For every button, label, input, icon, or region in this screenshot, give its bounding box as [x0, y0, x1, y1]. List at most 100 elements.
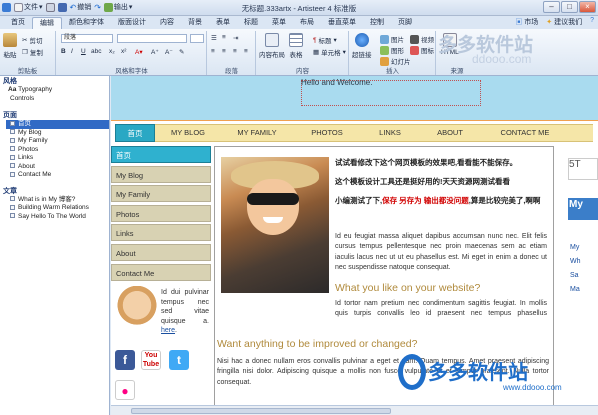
nav-my-blog[interactable]: MY BLOG — [155, 124, 221, 142]
page-item-about[interactable]: About — [0, 163, 109, 172]
shrink-font-button[interactable]: A⁻ — [165, 48, 173, 56]
bold-button[interactable]: B — [61, 48, 66, 55]
page-label: About — [18, 162, 35, 170]
grow-font-button[interactable]: A⁺ — [151, 48, 159, 56]
horizontal-scrollbar[interactable] — [111, 405, 598, 415]
page-item-photos[interactable]: Photos — [0, 146, 109, 155]
right-sidebar-header: My — [568, 198, 598, 220]
tab-layout-design[interactable]: 版面设计 — [111, 17, 153, 29]
nav-home[interactable]: 首页 — [115, 124, 155, 142]
subscript-button[interactable]: x₂ — [109, 48, 115, 55]
facebook-icon[interactable]: f — [115, 350, 135, 370]
globe-icon — [354, 33, 369, 47]
market-link[interactable]: ▣ 市场 — [515, 17, 538, 27]
font-color-button[interactable]: A▾ — [135, 48, 143, 56]
graphic-button[interactable]: 图形 — [380, 45, 404, 55]
right-box-text: 5T — [569, 159, 581, 170]
article-item[interactable]: Building Warm Relations — [0, 204, 109, 213]
vmenu-home[interactable]: 首页 — [111, 146, 211, 163]
article-item[interactable]: What is in My 博客? — [0, 196, 109, 205]
nav-contact-me[interactable]: CONTACT ME — [481, 124, 569, 142]
hyperlink-button[interactable]: 超链接 — [352, 33, 372, 59]
page-item-links[interactable]: Links — [0, 154, 109, 163]
close-button[interactable]: × — [579, 1, 596, 13]
right-link[interactable]: My — [570, 244, 581, 258]
tab-footer[interactable]: 页脚 — [391, 17, 419, 29]
watermark-top-url: ddooo.com — [472, 52, 532, 66]
page-item-contact-me[interactable]: Contact Me — [0, 171, 109, 180]
font-family-dropdown[interactable] — [117, 34, 187, 43]
nav-about[interactable]: ABOUT — [419, 124, 481, 142]
page-item-home[interactable]: 首页 — [6, 120, 109, 129]
content-paragraph-2: Id tortor nam pretium nec condimentum sa… — [335, 300, 547, 318]
clear-format-button[interactable]: ✎ — [179, 48, 184, 56]
minimize-button[interactable]: – — [543, 1, 560, 13]
cell-button[interactable]: ▦ 单元格 ▾ — [313, 47, 346, 57]
bullet-list-button[interactable]: ☰ — [211, 34, 217, 42]
help-icon[interactable]: ? — [590, 17, 594, 27]
maximize-button[interactable]: □ — [561, 1, 578, 13]
header-text[interactable]: Hello and Welcome. — [301, 78, 372, 87]
suggest-link[interactable]: ✦ 建议我们 — [546, 17, 582, 27]
superscript-button[interactable]: x² — [121, 48, 126, 55]
font-size-dropdown[interactable] — [190, 34, 204, 43]
tab-title[interactable]: 标题 — [237, 17, 265, 29]
tab-controls[interactable]: 控制 — [363, 17, 391, 29]
paste-button[interactable]: 粘贴 — [3, 33, 17, 59]
page-item-my-blog[interactable]: My Blog — [0, 129, 109, 138]
right-link[interactable]: Ma — [570, 286, 581, 300]
tab-content[interactable]: 内容 — [153, 17, 181, 29]
article-item[interactable]: Say Hello To The World — [0, 213, 109, 222]
style-item-typography[interactable]: Aa Typography — [0, 86, 109, 95]
cut-button[interactable]: ✂ 剪切 — [22, 35, 42, 45]
video-button[interactable]: 视频 — [410, 34, 434, 44]
bio-link[interactable]: here — [161, 327, 175, 334]
tab-background[interactable]: 背景 — [181, 17, 209, 29]
vmenu-links[interactable]: Links — [111, 224, 211, 242]
copy-button[interactable]: ❐ 复制 — [22, 47, 43, 57]
page-item-my-family[interactable]: My Family — [0, 137, 109, 146]
numbered-list-button[interactable]: ≡ — [222, 34, 226, 41]
tab-vertical-menu[interactable]: 垂直菜单 — [321, 17, 363, 29]
italic-button[interactable]: I — [71, 48, 73, 55]
youtube-icon[interactable]: You Tube — [141, 350, 161, 370]
article-photo[interactable] — [221, 157, 329, 293]
scrollbar-thumb[interactable] — [131, 408, 391, 414]
nav-photos[interactable]: PHOTOS — [293, 124, 361, 142]
tab-colors-fonts[interactable]: 颜色和字体 — [62, 17, 111, 29]
indent-button[interactable]: ⇥ — [233, 34, 238, 42]
paragraph-style-dropdown[interactable]: 段落 — [61, 34, 113, 43]
image-button[interactable]: 图片 — [380, 34, 404, 44]
nav-links[interactable]: LINKS — [361, 124, 419, 142]
table-button[interactable]: 表格 — [289, 33, 303, 59]
vmenu-photos[interactable]: Photos — [111, 204, 211, 222]
tab-edit[interactable]: 编辑 — [32, 17, 62, 29]
heading-button[interactable]: ¶ 标题 ▾ — [313, 35, 337, 46]
content-line-3-prefix: 小编测试了下, — [335, 196, 383, 205]
align-center-button[interactable]: ≡ — [222, 48, 226, 55]
justify-button[interactable]: ≡ — [244, 48, 248, 55]
nav-my-family[interactable]: MY FAMILY — [221, 124, 293, 142]
align-left-button[interactable]: ≡ — [211, 48, 215, 55]
tab-form[interactable]: 表单 — [209, 17, 237, 29]
tab-menu[interactable]: 菜单 — [265, 17, 293, 29]
underline-button[interactable]: U — [81, 48, 86, 55]
right-link[interactable]: Wh — [570, 258, 581, 272]
vmenu-my-family[interactable]: My Family — [111, 185, 211, 203]
vmenu-about[interactable]: About — [111, 243, 211, 261]
strikethrough-button[interactable]: abc — [91, 48, 101, 55]
tab-home[interactable]: 首页 — [4, 17, 32, 29]
flickr-icon[interactable]: ● — [115, 380, 135, 400]
vmenu-contact-me[interactable]: Contact Me — [111, 263, 211, 281]
vmenu-my-blog[interactable]: My Blog — [111, 165, 211, 183]
content-layout-button[interactable]: 内容布局 — [259, 33, 285, 59]
style-item-controls[interactable]: Controls — [0, 95, 109, 104]
right-sidebar-box[interactable]: 5T — [568, 158, 598, 180]
right-link[interactable]: Sa — [570, 272, 581, 286]
twitter-icon[interactable]: t — [169, 350, 189, 370]
site-nav: 首页 MY BLOG MY FAMILY PHOTOS LINKS ABOUT … — [115, 124, 593, 142]
page-label: My Family — [18, 137, 48, 144]
tab-layout[interactable]: 布局 — [293, 17, 321, 29]
align-right-button[interactable]: ≡ — [233, 48, 237, 55]
icon-button[interactable]: 图标 — [410, 45, 434, 55]
